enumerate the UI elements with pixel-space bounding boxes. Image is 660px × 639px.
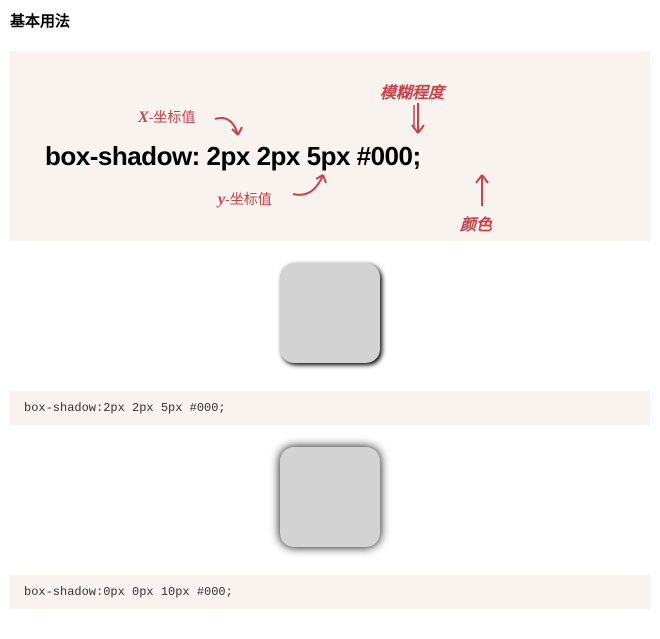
- arrow-y-icon: [288, 169, 338, 204]
- annotation-blur: 模糊程度: [380, 79, 444, 103]
- main-css-code: box-shadow: 2px 2px 5px #000;: [45, 141, 421, 172]
- code-strip-2: box-shadow:0px 0px 10px #000;: [10, 575, 650, 609]
- annotation-x-letter: X: [138, 109, 149, 126]
- annotation-x: X-坐标值: [138, 107, 195, 127]
- annotation-color: 颜色: [460, 211, 492, 235]
- annotation-x-suffix: -坐标值: [149, 109, 196, 125]
- arrow-color-icon: [472, 171, 492, 211]
- code-strip-1: box-shadow:2px 2px 5px #000;: [10, 391, 650, 425]
- section-title: 基本用法: [10, 10, 650, 31]
- diagram-panel: box-shadow: 2px 2px 5px #000; X-坐标值 模糊程度…: [10, 51, 650, 241]
- annotation-y: y-坐标值: [218, 189, 272, 209]
- demo-container-1: [10, 241, 650, 391]
- arrow-blur-icon: [408, 101, 428, 141]
- arrow-x-icon: [210, 109, 250, 144]
- demo-box-1: [280, 263, 380, 363]
- annotation-y-suffix: -坐标值: [225, 191, 272, 207]
- demo-container-2: [10, 425, 650, 575]
- demo-box-2: [280, 447, 380, 547]
